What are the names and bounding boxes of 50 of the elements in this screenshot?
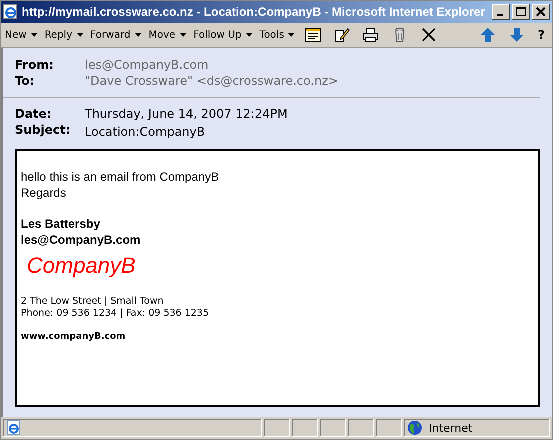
caret-icon bbox=[134, 33, 142, 37]
signature-email: les@CompanyB.com bbox=[21, 232, 142, 248]
address-text: 2 The Low Street | Small Town bbox=[21, 296, 165, 308]
status-pane bbox=[320, 419, 346, 437]
close-icon[interactable] bbox=[421, 27, 438, 43]
print-icon[interactable] bbox=[363, 27, 380, 43]
recipient-address: "Dave Crossware" <ds@crossware.co.nz> bbox=[85, 74, 338, 88]
up-arrow-icon[interactable] bbox=[480, 27, 496, 43]
menu-button[interactable]: Tools bbox=[260, 30, 296, 40]
phone-text: Phone: 09 536 1234 | Fax: 09 536 1235 bbox=[21, 308, 210, 320]
zone-label: Internet bbox=[429, 422, 473, 434]
down-arrow-icon[interactable] bbox=[509, 27, 526, 43]
menu-button[interactable]: Follow Up bbox=[194, 30, 253, 40]
globe-icon bbox=[407, 420, 423, 436]
from-label: From: bbox=[15, 58, 55, 72]
caret-icon bbox=[180, 33, 187, 37]
caret-icon bbox=[288, 33, 296, 37]
date-label: Date: bbox=[15, 107, 53, 121]
maximize-icon bbox=[513, 5, 529, 19]
browser-logo-icon bbox=[3, 4, 19, 20]
signature-name: Les Battersby bbox=[21, 216, 102, 232]
status-pane bbox=[348, 419, 374, 437]
maximize-button[interactable] bbox=[512, 4, 530, 20]
menu-button[interactable]: Forward bbox=[90, 30, 142, 40]
date-value: Thursday, June 14, 2007 12:24PM bbox=[85, 107, 288, 121]
company-logo-text: CompanyB bbox=[27, 252, 137, 280]
website-text: www.companyB.com bbox=[21, 332, 127, 342]
menu-button[interactable]: Move bbox=[148, 30, 187, 40]
menu-button[interactable]: Reply bbox=[44, 30, 84, 40]
menu-button[interactable]: New bbox=[5, 30, 38, 40]
note-icon[interactable] bbox=[305, 27, 322, 43]
minimize-icon bbox=[497, 14, 503, 16]
message-line: hello this is an email from CompanyB bbox=[21, 169, 220, 185]
message-line: Regards bbox=[21, 185, 68, 201]
caret-icon bbox=[76, 33, 84, 37]
subject-value: Location:CompanyB bbox=[85, 124, 206, 139]
status-pane bbox=[264, 419, 290, 437]
close-button[interactable] bbox=[532, 4, 550, 20]
help-button[interactable]: ? bbox=[535, 28, 548, 42]
window-title: http://mymail.crossware.co.nz - Location:CompanyB - Microsoft Internet Explorer bbox=[22, 5, 486, 19]
minimize-button[interactable] bbox=[492, 4, 510, 20]
status-pane bbox=[376, 419, 402, 437]
caret-icon bbox=[246, 33, 253, 37]
to-label: To: bbox=[15, 74, 36, 88]
sender-address: les@CompanyB.com bbox=[85, 58, 209, 72]
status-pane bbox=[292, 419, 318, 437]
page-icon bbox=[6, 420, 22, 436]
subject-label: Subject: bbox=[15, 123, 72, 139]
caret-icon bbox=[30, 33, 38, 37]
edit-icon[interactable] bbox=[334, 27, 350, 43]
